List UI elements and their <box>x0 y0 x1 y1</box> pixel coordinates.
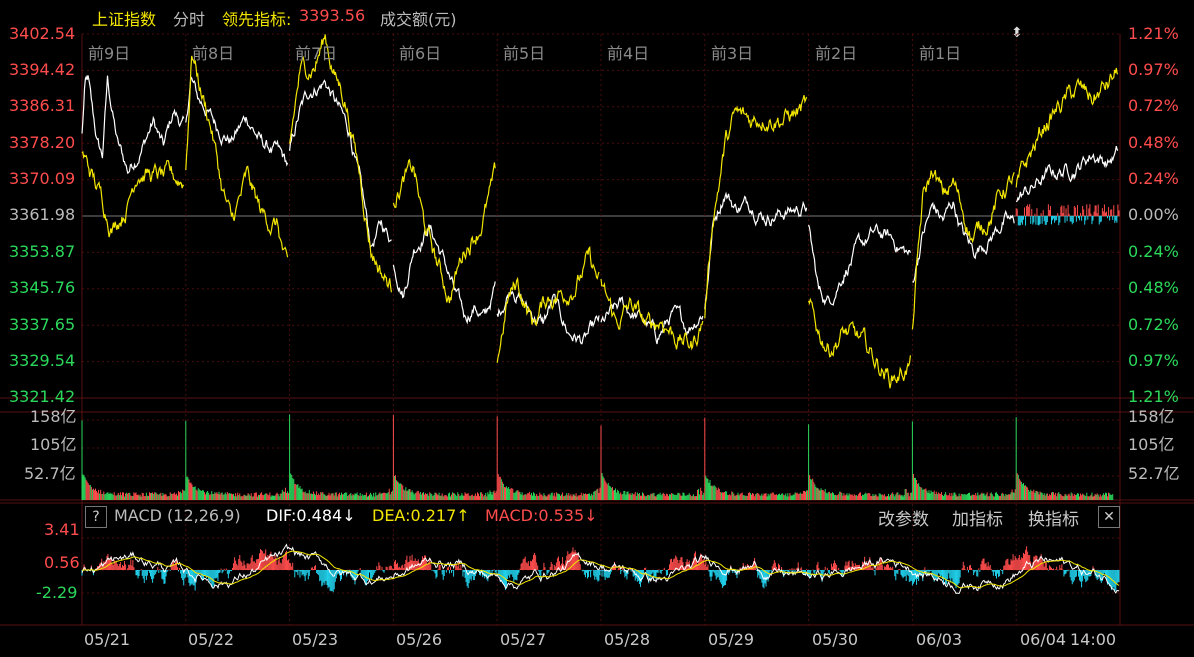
price-tick: 3345.76 <box>9 278 76 297</box>
price-tick: 3402.54 <box>9 24 76 43</box>
price-tick: 3329.54 <box>9 351 76 370</box>
leader-line <box>600 278 704 351</box>
day-label: 前7日 <box>295 44 338 63</box>
price-tick: 3394.42 <box>9 60 76 79</box>
date-label: 05/30 <box>812 630 859 649</box>
macd-dif: DIF:0.484↓ <box>266 506 356 525</box>
day-label: 前5日 <box>503 44 546 63</box>
leader-line <box>704 95 808 319</box>
leader-line <box>185 55 289 258</box>
percent-tick: 0.72% <box>1128 315 1179 334</box>
day-label: 前2日 <box>815 44 858 63</box>
volume-tick: 158亿 <box>1128 407 1175 426</box>
help-button[interactable]: ? <box>85 506 107 528</box>
price-line <box>289 79 392 249</box>
percent-tick: 0.24% <box>1128 242 1179 261</box>
day-label: 前6日 <box>399 44 442 63</box>
percent-tick: 0.48% <box>1128 278 1179 297</box>
switch-indicator-button[interactable]: 换指标 <box>1028 505 1079 530</box>
macd-tick: 3.41 <box>44 520 80 539</box>
macd-tick: 0.56 <box>44 553 80 572</box>
price-tick: 3378.20 <box>9 133 76 152</box>
date-label: 05/21 <box>84 630 131 649</box>
leader-line <box>808 297 911 389</box>
price-tick: 3337.65 <box>9 315 76 334</box>
macd-tick: -2.29 <box>36 583 78 602</box>
date-label: 14:00 <box>1070 630 1117 649</box>
day-label: 前3日 <box>711 44 754 63</box>
leader-line <box>496 245 600 363</box>
macd-value: MACD:0.535↓ <box>485 506 598 525</box>
percent-tick: 0.72% <box>1128 96 1179 115</box>
date-label: 05/26 <box>396 630 443 649</box>
percent-tick: 1.21% <box>1128 24 1179 43</box>
percent-tick: 0.97% <box>1128 60 1179 79</box>
date-label: 06/03 <box>916 630 963 649</box>
leader-line <box>289 34 392 293</box>
volume-tick: 52.7亿 <box>1128 464 1180 483</box>
date-label: 05/22 <box>188 630 235 649</box>
price-line <box>704 191 808 310</box>
day-label: 前4日 <box>607 44 650 63</box>
price-tick: 3353.87 <box>9 242 76 261</box>
price-tick: 3386.31 <box>9 96 76 115</box>
price-tick: 3321.42 <box>9 387 76 406</box>
volume-tick: 158亿 <box>30 407 77 426</box>
date-label: 05/29 <box>708 630 755 649</box>
percent-tick: 0.00% <box>1128 205 1179 224</box>
volume-tick: 52.7亿 <box>24 464 76 483</box>
add-indicator-button[interactable]: 加指标 <box>952 505 1003 530</box>
percent-tick: 1.21% <box>1128 387 1179 406</box>
date-label: 05/23 <box>292 630 339 649</box>
volume-tick: 105亿 <box>1128 435 1175 454</box>
volume-tick: 105亿 <box>30 435 77 454</box>
date-label: 05/27 <box>500 630 547 649</box>
close-icon[interactable]: ✕ <box>1098 506 1120 528</box>
price-line <box>808 222 911 306</box>
price-tick: 3361.98 <box>9 205 76 224</box>
price-line <box>392 224 496 325</box>
day-label: 前9日 <box>88 44 131 63</box>
macd-title[interactable]: MACD (12,26,9) <box>114 508 241 524</box>
date-label: 06/04 <box>1020 630 1067 649</box>
day-label: 前1日 <box>919 44 962 63</box>
day-label: 前8日 <box>192 44 235 63</box>
chart-canvas[interactable] <box>0 0 1194 657</box>
macd-dea: DEA:0.217↑ <box>372 506 470 525</box>
leader-line <box>911 169 1015 330</box>
price-line <box>81 74 185 175</box>
leader-line <box>81 150 185 238</box>
price-tick: 3370.09 <box>9 169 76 188</box>
percent-tick: 0.24% <box>1128 169 1179 188</box>
percent-tick: 0.97% <box>1128 351 1179 370</box>
date-label: 05/28 <box>604 630 651 649</box>
edit-params-button[interactable]: 改参数 <box>878 505 929 530</box>
percent-tick: 0.48% <box>1128 133 1179 152</box>
